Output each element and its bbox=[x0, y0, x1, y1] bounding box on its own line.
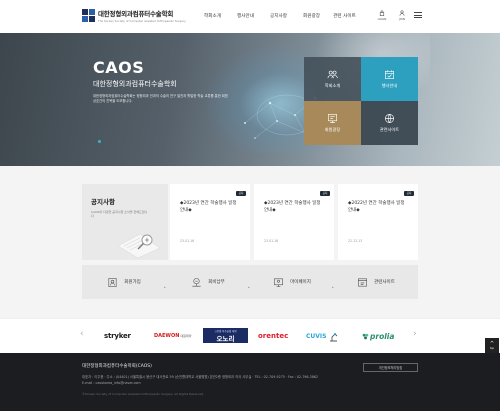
nav-related-sites[interactable]: 관련 사이트 bbox=[328, 13, 361, 19]
hamburger-menu-icon[interactable] bbox=[414, 12, 422, 20]
lock-icon bbox=[379, 10, 385, 16]
notice-card-title[interactable]: ◆2023년 연간 학술행사 일정 안내◆ bbox=[180, 200, 242, 214]
globe-icon bbox=[385, 114, 394, 123]
menu-join-label: 회원가입 bbox=[124, 280, 141, 285]
logo-mark-icon bbox=[82, 9, 95, 22]
utility-menu: LOGIN JOIN bbox=[372, 10, 422, 21]
notice-badge: 공지 bbox=[236, 191, 246, 196]
sponsor-prolia-logo[interactable]: prolia bbox=[362, 328, 394, 344]
notice-description: CAOS의 다양한 공지사항 소식을 전해드립니다 bbox=[91, 210, 148, 219]
chevron-right-icon[interactable]: › bbox=[413, 329, 417, 339]
join-button[interactable]: JOIN bbox=[392, 10, 412, 21]
hero-subtitle: 대한정형외과컴퓨터수술학회 bbox=[93, 80, 177, 88]
notice-title: 공지사항 bbox=[91, 198, 115, 206]
quick-menu: 학회소개 행사안내 회원광장 관련사이트 bbox=[304, 57, 418, 145]
logo-title: 대한정형외과컴퓨터수술학회 bbox=[98, 10, 174, 18]
sponsor-daewon-sub: 대원제약 bbox=[180, 334, 192, 338]
hero-title: CAOS bbox=[93, 58, 145, 77]
nav-members[interactable]: 회원광장 bbox=[295, 13, 328, 19]
sponsor-onori-name: 오노리 bbox=[216, 334, 235, 343]
quick-members-label: 회원광장 bbox=[324, 127, 341, 132]
login-button[interactable]: LOGIN bbox=[372, 10, 392, 21]
sponsor-carousel: ‹ › stryker DAEWON 대원제약 고관절·척추골절 예방 오노리 o… bbox=[0, 318, 500, 353]
shortcut-menu-bar: 회원가입 • 회비납부 • 마이페이지 • 관련사이트 bbox=[82, 265, 418, 299]
robot-arm-icon bbox=[330, 333, 338, 342]
sponsor-cuvis-logo[interactable]: CUVIS bbox=[306, 328, 340, 344]
chevron-left-icon[interactable]: ‹ bbox=[80, 329, 84, 339]
sponsor-prolia-name: prolia bbox=[370, 331, 395, 341]
quick-related-label: 관련사이트 bbox=[379, 127, 400, 132]
signup-icon bbox=[108, 277, 117, 287]
quick-events-label: 행사안내 bbox=[381, 83, 398, 88]
notice-card[interactable]: 공지 ◆2023년 연간 학술행사 일정 안내◆ 23.01.16 bbox=[170, 184, 250, 260]
notice-badge: 공지 bbox=[404, 191, 414, 196]
main-navigation: 학회소개 행사안내 공지사항 회원광장 관련 사이트 bbox=[196, 13, 361, 19]
hero-pager-dot[interactable] bbox=[98, 140, 101, 143]
notice-card[interactable]: 공지 ◆2023년 연간 학술행사 일정 안내◆ 23.01.16 bbox=[254, 184, 334, 260]
login-label: LOGIN bbox=[377, 17, 387, 21]
menu-mypage[interactable]: 마이페이지 • bbox=[250, 277, 334, 290]
site-header: 대한정형외과컴퓨터수술학회 The Korean Society of Comp… bbox=[0, 0, 500, 33]
board-icon bbox=[328, 114, 337, 123]
footer-address: 대표자 : 이주용 · 주소 : (04401) 서울특별시 용산구 대사관로 … bbox=[82, 375, 319, 379]
sponsor-orentec-logo[interactable]: orentec bbox=[258, 328, 288, 344]
notice-card-date: 23.01.16 bbox=[264, 239, 279, 243]
menu-join[interactable]: 회원가입 • bbox=[82, 277, 166, 290]
menu-fee[interactable]: 회비납부 • bbox=[166, 277, 250, 290]
scroll-top-label: top bbox=[489, 346, 495, 350]
payment-icon bbox=[192, 277, 201, 286]
notice-card-title[interactable]: ◆2022년 연간 학술행사 일정 안내◆ bbox=[348, 200, 410, 214]
join-label: JOIN bbox=[399, 17, 405, 21]
notice-card-title[interactable]: ◆2023년 연간 학술행사 일정 안내◆ bbox=[264, 200, 326, 214]
sponsor-daewon-logo[interactable]: DAEWON 대원제약 bbox=[154, 328, 191, 344]
notice-card[interactable]: 공지 ◆2022년 연간 학술행사 일정 안내◆ 22.12.13 bbox=[338, 184, 418, 260]
quick-related-sites[interactable]: 관련사이트 bbox=[361, 101, 418, 145]
sponsor-daewon-name: DAEWON bbox=[154, 333, 180, 339]
site-logo[interactable]: 대한정형외과컴퓨터수술학회 The Korean Society of Comp… bbox=[82, 8, 186, 23]
people-icon bbox=[327, 70, 338, 79]
sponsor-cuvis-name: CUVIS bbox=[306, 332, 327, 340]
calendar-check-icon bbox=[385, 70, 394, 79]
privacy-policy-button[interactable]: 개인정보처리방침 bbox=[363, 363, 418, 372]
quick-about-label: 학회소개 bbox=[324, 83, 341, 88]
logo-subtitle: The Korean Society of Computer Assisted … bbox=[98, 19, 186, 23]
scroll-top-button[interactable]: ^ top bbox=[485, 338, 499, 353]
notice-card-date: 23.01.16 bbox=[180, 239, 195, 243]
notice-badge: 공지 bbox=[320, 191, 330, 196]
magnifier-document-icon bbox=[117, 233, 161, 258]
window-link-icon bbox=[358, 278, 368, 286]
menu-related[interactable]: 관련사이트 bbox=[334, 277, 418, 288]
hero-banner: CAOS 대한정형외과컴퓨터수술학회 대한정형외과컴퓨터수술학회는 정형외과 전… bbox=[0, 33, 500, 166]
nav-events[interactable]: 행사안내 bbox=[229, 13, 262, 19]
mypage-icon bbox=[274, 278, 284, 287]
sponsor-onori-logo[interactable]: 고관절·척추골절 예방 오노리 bbox=[203, 328, 248, 343]
menu-mypage-label: 마이페이지 bbox=[290, 280, 311, 285]
nav-about[interactable]: 학회소개 bbox=[196, 13, 229, 19]
hero-description: 대한정형외과컴퓨터수술학회는 정형외과 전과의 수술의 연구 발전과 활발한 학… bbox=[93, 94, 228, 103]
footer-title: 대한정형외과컴퓨터수술학회(CAOS) bbox=[82, 364, 152, 369]
quick-members[interactable]: 회원광장 bbox=[304, 101, 361, 145]
user-icon bbox=[399, 10, 405, 16]
prolia-mark-icon bbox=[362, 333, 369, 339]
footer-copyright: ©Korean Society of Computer Assisted Ort… bbox=[82, 392, 205, 396]
notice-card-date: 22.12.13 bbox=[348, 239, 363, 243]
quick-about[interactable]: 학회소개 bbox=[304, 57, 361, 101]
site-footer bbox=[0, 353, 500, 411]
menu-fee-label: 회비납부 bbox=[208, 280, 225, 285]
quick-events[interactable]: 행사안내 bbox=[361, 57, 418, 101]
menu-related-label: 관련사이트 bbox=[374, 280, 395, 285]
footer-email: E-mail : caoskorea_info@naver.com bbox=[82, 381, 141, 385]
sponsor-stryker-logo[interactable]: stryker bbox=[104, 328, 131, 344]
nav-notice[interactable]: 공지사항 bbox=[262, 13, 295, 19]
